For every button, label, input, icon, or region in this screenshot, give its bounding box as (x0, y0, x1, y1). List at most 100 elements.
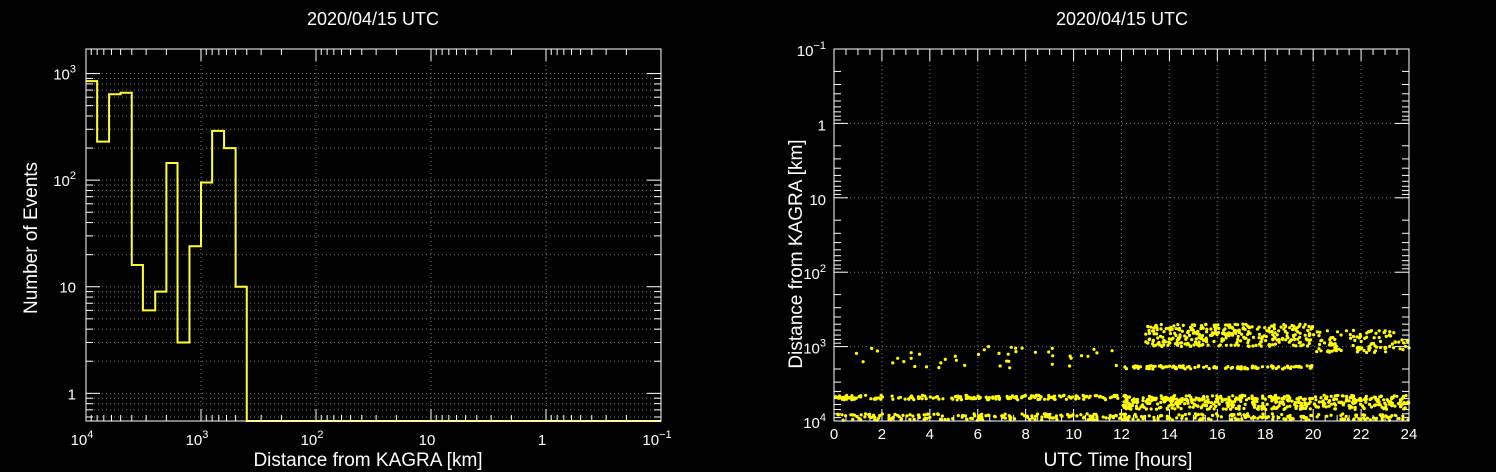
scatter-point (1322, 393, 1326, 397)
scatter-point (1296, 400, 1300, 404)
scatter-point (1271, 343, 1275, 347)
scatter-point (1393, 340, 1397, 344)
scatter-y-tick-label: 1 (818, 117, 826, 134)
scatter-point (1244, 398, 1249, 402)
scatter-point (1347, 399, 1351, 403)
histogram-y-tick-label-base: 10 (53, 67, 70, 84)
scatter-point (1306, 328, 1310, 333)
scatter-point (1147, 331, 1151, 335)
scatter-point (1153, 364, 1157, 368)
scatter-point (909, 351, 913, 355)
scatter-point (1184, 394, 1188, 398)
scatter-point (1388, 330, 1392, 334)
scatter-x-tick-label: 10 (1065, 426, 1082, 443)
scatter-point (1285, 398, 1289, 402)
histogram-title: 2020/04/15 UTC (307, 9, 439, 29)
scatter-point (1356, 348, 1360, 353)
scatter-point (1110, 349, 1114, 353)
histogram-x-tick-label: 10 (419, 432, 436, 449)
scatter-point (1270, 330, 1274, 334)
scatter-y-axis-label: Distance from KAGRA [km] (786, 139, 807, 368)
scatter-point (851, 417, 855, 421)
scatter-point (1333, 403, 1338, 407)
scatter-point (1251, 344, 1255, 348)
scatter-point (1202, 338, 1206, 343)
scatter-point (845, 397, 849, 401)
scatter-point (1189, 397, 1193, 401)
scatter-point (1242, 406, 1246, 411)
scatter-points (834, 322, 1411, 422)
scatter-point (844, 414, 848, 418)
scatter-point (1228, 399, 1232, 403)
scatter-point (1388, 402, 1392, 406)
scatter-point (1335, 330, 1340, 334)
scatter-point (869, 397, 873, 401)
scatter-point (986, 345, 991, 349)
scatter-point (1257, 332, 1262, 336)
scatter-point (1187, 333, 1191, 337)
scatter-point (1386, 415, 1390, 419)
scatter-point (1206, 343, 1210, 347)
scatter-point (1171, 397, 1175, 401)
scatter-point (1351, 343, 1355, 348)
scatter-point (1179, 341, 1184, 345)
scatter-point (998, 364, 1002, 368)
scatter-point (928, 395, 932, 399)
scatter-point (887, 416, 891, 420)
scatter-point (1316, 405, 1321, 409)
scatter-point (891, 397, 895, 401)
scatter-point (1090, 414, 1094, 418)
scatter-point (908, 417, 912, 421)
scatter-point (1330, 402, 1334, 406)
scatter-point (1118, 416, 1122, 420)
scatter-point (1400, 338, 1404, 342)
scatter-point (1260, 406, 1265, 411)
scatter-point (1216, 400, 1220, 404)
scatter-point (934, 395, 938, 399)
scatter-point (897, 415, 901, 419)
scatter-point (1280, 337, 1284, 342)
scatter-point (1068, 354, 1072, 358)
scatter-point (1144, 400, 1148, 404)
scatter-point (1071, 413, 1075, 417)
scatter-point (1265, 329, 1269, 333)
scatter-point (1235, 340, 1239, 344)
scatter-point (1205, 327, 1209, 331)
histogram-x-tick-label-base: 10 (419, 432, 436, 449)
scatter-point (1362, 406, 1366, 411)
scatter-point (1151, 342, 1155, 346)
scatter-point (849, 413, 853, 417)
histogram-y-tick-labels: 110102103 (53, 64, 76, 404)
scatter-point (976, 352, 981, 356)
scatter-point (950, 396, 954, 400)
histogram-x-tick-label: 102 (301, 429, 324, 449)
scatter-point (1199, 337, 1203, 341)
histogram-grid (85, 49, 662, 421)
scatter-point (1013, 417, 1017, 421)
scatter-point (1299, 414, 1303, 419)
scatter-point (1240, 417, 1244, 421)
scatter-point (909, 394, 914, 398)
histogram-x-tick-label: 103 (186, 429, 209, 449)
scatter-point (1229, 366, 1233, 370)
scatter-point (1303, 333, 1307, 337)
scatter-point (1288, 413, 1292, 418)
scatter-point (1273, 342, 1278, 346)
scatter-point (1322, 404, 1326, 408)
scatter-point (1384, 350, 1388, 354)
scatter-point (1051, 416, 1055, 420)
scatter-point (1353, 399, 1357, 403)
scatter-point (1377, 329, 1381, 333)
scatter-point (1213, 328, 1217, 332)
scatter-point (1279, 325, 1283, 329)
scatter-point (1195, 332, 1199, 336)
histogram-y-tick-label-exponent: 3 (70, 64, 76, 76)
scatter-point (1162, 343, 1166, 347)
scatter-point (1119, 412, 1123, 416)
scatter-point (1319, 339, 1323, 343)
scatter-point (917, 413, 921, 417)
scatter-point (1181, 366, 1185, 370)
scatter-point (1356, 345, 1360, 349)
scatter-x-tick-label: 8 (1021, 426, 1029, 443)
scatter-point (1388, 333, 1392, 337)
